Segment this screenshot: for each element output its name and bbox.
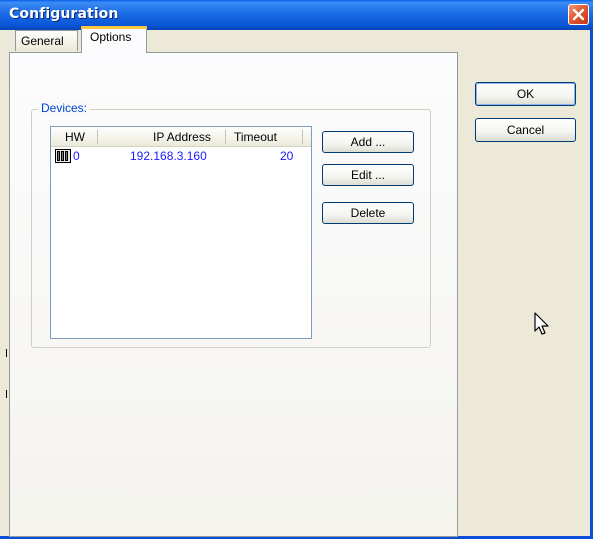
column-separator[interactable] bbox=[302, 130, 303, 144]
row-ip-address-value: 192.168.3.160 bbox=[130, 149, 207, 163]
delete-button[interactable]: Delete bbox=[322, 202, 414, 224]
devices-group-label: Devices: bbox=[38, 101, 91, 115]
column-header-timeout[interactable]: Timeout bbox=[234, 127, 277, 147]
edge-artifact bbox=[6, 349, 7, 357]
row-timeout-value: 20 bbox=[280, 149, 294, 163]
close-button[interactable] bbox=[568, 4, 589, 25]
close-icon bbox=[572, 8, 585, 21]
table-row[interactable]: 0 192.168.3.160 20 bbox=[51, 147, 311, 165]
edit-button[interactable]: Edit ... bbox=[322, 164, 414, 186]
row-hw-value: 0 bbox=[73, 149, 80, 163]
tab-general-label: General bbox=[21, 34, 64, 48]
edge-artifact bbox=[6, 390, 7, 398]
mouse-pointer-icon bbox=[534, 312, 549, 335]
tab-options-label: Options bbox=[90, 30, 132, 44]
tab-options[interactable]: Options bbox=[81, 26, 147, 53]
column-header-ip-address[interactable]: IP Address bbox=[153, 127, 211, 147]
column-header-hw[interactable]: HW bbox=[65, 127, 85, 147]
column-separator[interactable] bbox=[225, 130, 226, 144]
devices-list-header: HW IP Address Timeout bbox=[51, 127, 311, 147]
column-separator[interactable] bbox=[97, 130, 98, 144]
ok-button[interactable]: OK bbox=[475, 82, 576, 106]
cancel-button[interactable]: Cancel bbox=[475, 118, 576, 142]
add-button[interactable]: Add ... bbox=[322, 131, 414, 153]
hardware-module-icon bbox=[55, 149, 71, 163]
window-title: Configuration bbox=[9, 6, 119, 22]
devices-list[interactable]: HW IP Address Timeout 0 192.168.3.160 20 bbox=[50, 126, 312, 339]
tab-general[interactable]: General bbox=[15, 30, 78, 51]
